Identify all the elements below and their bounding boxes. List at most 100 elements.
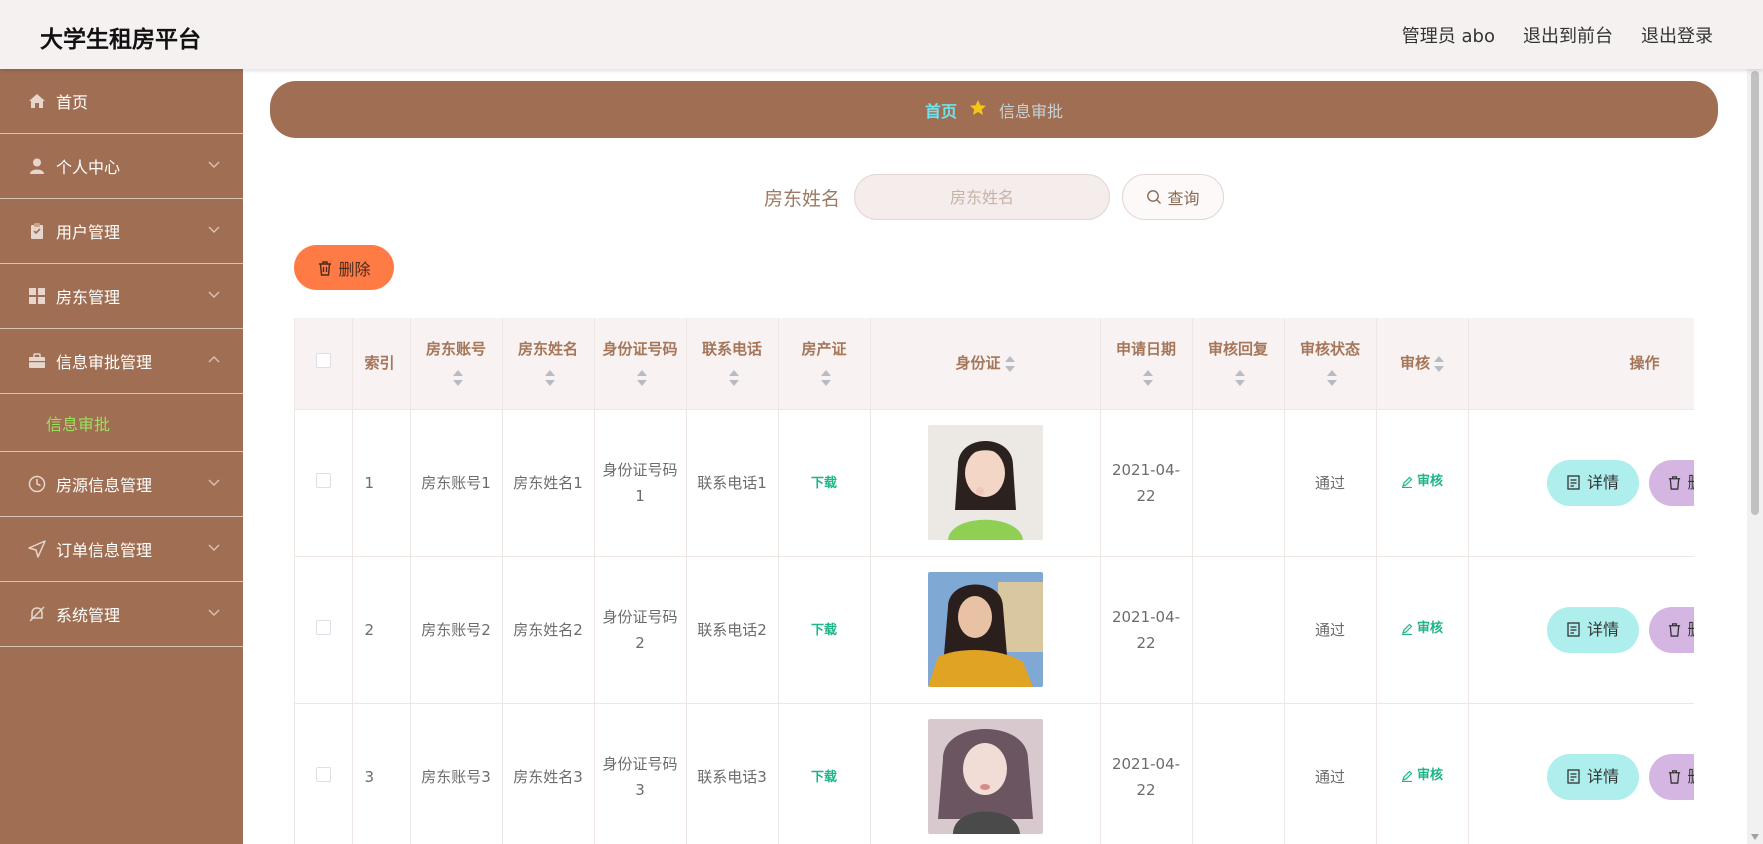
audit-link[interactable]: 审核 xyxy=(1401,616,1443,642)
trash-icon xyxy=(1668,476,1680,490)
chevron-down-icon xyxy=(208,609,220,616)
sort-icon[interactable] xyxy=(1235,369,1245,386)
sidebar-item-landlord-management[interactable]: 房东管理 xyxy=(0,264,243,329)
sort-icon[interactable] xyxy=(1434,355,1444,372)
briefcase-icon xyxy=(28,352,46,370)
sort-icon[interactable] xyxy=(729,369,739,386)
detail-button[interactable]: 详情 xyxy=(1546,459,1639,506)
breadcrumb: 首页 信息审批 xyxy=(270,81,1718,138)
bell-off-icon xyxy=(28,605,46,623)
scroll-down-arrow-icon[interactable] xyxy=(1751,834,1759,840)
id-card-photo[interactable] xyxy=(927,425,1043,540)
logout-link[interactable]: 退出登录 xyxy=(1641,22,1713,48)
column-header-status[interactable]: 审核状态 xyxy=(1284,318,1377,410)
cell-apply-date: 2021-04-22 xyxy=(1100,556,1193,704)
sidebar-item-listing-management[interactable]: 房源信息管理 xyxy=(0,452,243,517)
download-link[interactable]: 下载 xyxy=(811,770,837,785)
search-row: 房东姓名 查询 xyxy=(270,174,1718,220)
cell-property-cert: 下载 xyxy=(778,703,871,844)
row-checkbox[interactable] xyxy=(315,619,331,635)
top-links: 管理员 abo 退出到前台 退出登录 xyxy=(1402,22,1713,48)
trash-icon xyxy=(1668,623,1680,637)
audit-link[interactable]: 审核 xyxy=(1401,469,1443,495)
download-link[interactable]: 下载 xyxy=(811,476,837,491)
brand-title: 大学生租房平台 xyxy=(40,27,201,53)
table-row: 1 房东账号1 房东姓名1 身份证号码1 联系电话1 下载 2021-04-22… xyxy=(295,409,1694,557)
sort-icon[interactable] xyxy=(1327,369,1337,386)
select-all-cell xyxy=(295,318,353,410)
search-label: 房东姓名 xyxy=(763,187,840,210)
column-header-phone[interactable]: 联系电话 xyxy=(686,318,779,410)
column-header-reply[interactable]: 审核回复 xyxy=(1192,318,1285,410)
admin-user-label[interactable]: 管理员 abo xyxy=(1402,22,1495,48)
row-delete-button[interactable]: 删 xyxy=(1648,753,1694,800)
search-button-label: 查询 xyxy=(1167,189,1200,208)
main-content: 房东姓名 查询 删除 索引 房东账号 房东姓名 身份证 xyxy=(270,150,1718,844)
column-header-id-number[interactable]: 身份证号码 xyxy=(594,318,687,410)
column-header-apply-date[interactable]: 申请日期 xyxy=(1100,318,1193,410)
sort-icon[interactable] xyxy=(545,369,555,386)
sort-icon[interactable] xyxy=(453,369,463,386)
cell-index: 2 xyxy=(352,556,411,704)
column-header-name[interactable]: 房东姓名 xyxy=(502,318,595,410)
id-card-photo[interactable] xyxy=(927,719,1043,834)
cell-phone: 联系电话3 xyxy=(686,703,779,844)
cell-id-card xyxy=(870,556,1101,704)
landlord-name-search-input[interactable] xyxy=(854,174,1110,220)
breadcrumb-home[interactable]: 首页 xyxy=(925,98,957,122)
cell-reply xyxy=(1192,556,1285,704)
user-icon xyxy=(28,157,46,175)
row-select-cell xyxy=(295,556,353,704)
audit-link[interactable]: 审核 xyxy=(1401,763,1443,789)
sort-icon[interactable] xyxy=(1143,369,1153,386)
page-scrollbar[interactable] xyxy=(1747,69,1763,844)
sidebar-item-user-management[interactable]: 用户管理 xyxy=(0,199,243,264)
column-header-property-cert[interactable]: 房产证 xyxy=(778,318,871,410)
detail-button[interactable]: 详情 xyxy=(1546,753,1639,800)
cell-property-cert: 下载 xyxy=(778,409,871,557)
cell-ops: 详情 删 xyxy=(1468,556,1694,704)
row-select-cell xyxy=(295,703,353,844)
search-icon xyxy=(1147,190,1162,204)
cell-account: 房东账号2 xyxy=(410,556,503,704)
download-link[interactable]: 下载 xyxy=(811,623,837,638)
sort-icon[interactable] xyxy=(637,369,647,386)
sidebar-item-system-management[interactable]: 系统管理 xyxy=(0,582,243,647)
cell-id-number: 身份证号码3 xyxy=(594,703,687,844)
sidebar-item-info-approval-management[interactable]: 信息审批管理 xyxy=(0,329,243,394)
chevron-up-icon xyxy=(208,356,220,363)
row-delete-button[interactable]: 删 xyxy=(1648,459,1694,506)
detail-button[interactable]: 详情 xyxy=(1546,606,1639,653)
sidebar-subitem-info-approval[interactable]: 信息审批 xyxy=(0,394,243,452)
cell-index: 3 xyxy=(352,703,411,844)
column-header-audit[interactable]: 审核 xyxy=(1376,318,1469,410)
clipboard-icon xyxy=(28,222,46,240)
sort-icon[interactable] xyxy=(1004,355,1015,372)
document-icon xyxy=(1567,622,1580,637)
sidebar-item-order-management[interactable]: 订单信息管理 xyxy=(0,517,243,582)
sort-icon[interactable] xyxy=(821,369,831,386)
breadcrumb-current: 信息审批 xyxy=(999,101,1064,121)
id-card-photo[interactable] xyxy=(927,572,1043,687)
cell-id-number: 身份证号码1 xyxy=(594,409,687,557)
to-front-link[interactable]: 退出到前台 xyxy=(1523,22,1613,48)
cell-account: 房东账号1 xyxy=(410,409,503,557)
search-button[interactable]: 查询 xyxy=(1122,174,1224,220)
batch-delete-button[interactable]: 删除 xyxy=(294,245,394,290)
cell-id-card xyxy=(870,409,1101,557)
column-header-account[interactable]: 房东账号 xyxy=(410,318,503,410)
sidebar-item-label: 个人中心 xyxy=(56,158,121,177)
select-all-checkbox[interactable] xyxy=(315,353,331,369)
sidebar-item-home[interactable]: 首页 xyxy=(0,69,243,134)
edit-icon xyxy=(1401,623,1413,635)
sidebar-item-personal-center[interactable]: 个人中心 xyxy=(0,134,243,199)
column-header-id-card[interactable]: 身份证 xyxy=(870,318,1101,410)
cell-id-number: 身份证号码2 xyxy=(594,556,687,704)
row-checkbox[interactable] xyxy=(315,472,331,488)
scrollbar-thumb[interactable] xyxy=(1751,71,1759,515)
row-checkbox[interactable] xyxy=(315,766,331,782)
edit-icon xyxy=(1401,770,1413,782)
table-row: 3 房东账号3 房东姓名3 身份证号码3 联系电话3 下载 2021-04-22… xyxy=(295,703,1694,844)
clock-icon xyxy=(28,475,46,493)
row-delete-button[interactable]: 删 xyxy=(1648,606,1694,653)
